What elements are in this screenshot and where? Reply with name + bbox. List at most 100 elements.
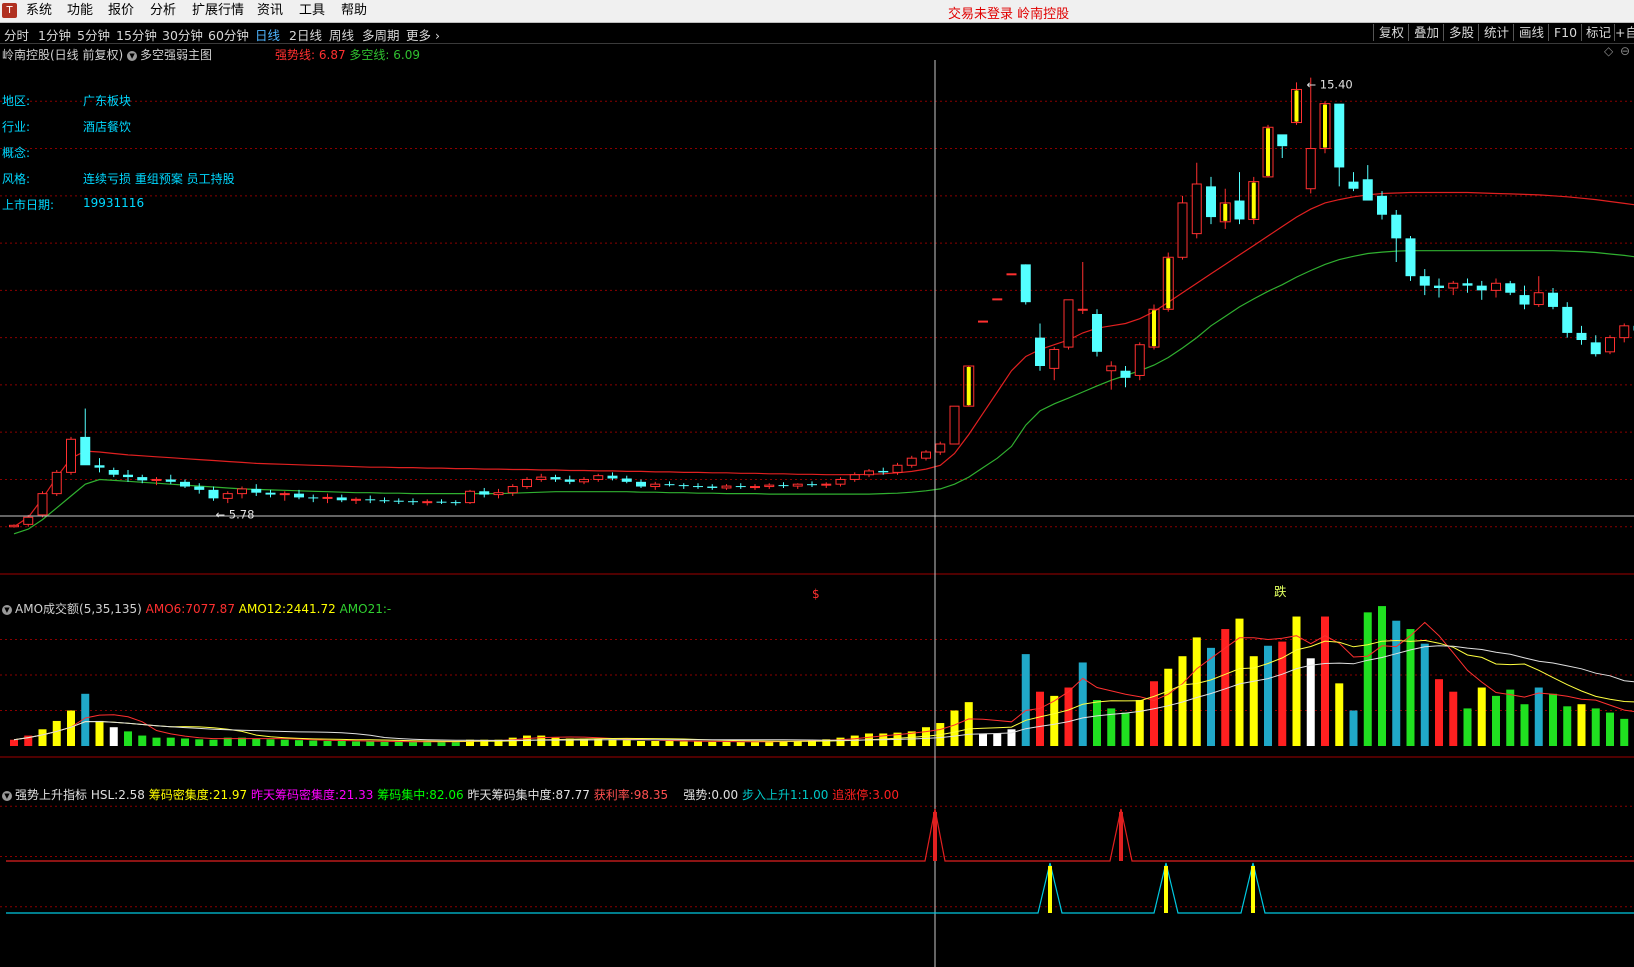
period-5min[interactable]: 5分钟: [77, 25, 110, 44]
candle-body: [992, 298, 1003, 301]
main-indicator-name[interactable]: 多空强弱主图: [140, 48, 212, 62]
f10-button[interactable]: F10: [1548, 24, 1582, 41]
scroll-up-icon[interactable]: ⊖: [1620, 44, 1630, 58]
info-style-value: 连续亏损 重组预案 员工持股: [83, 172, 235, 186]
volume-bar: [266, 739, 275, 746]
volume-bar: [195, 739, 204, 746]
volume-bar: [551, 737, 560, 746]
candle-body: [1519, 295, 1530, 305]
volume-indicator-name[interactable]: AMO成交额(5,35,135): [15, 602, 142, 616]
period-60min[interactable]: 60分钟: [208, 25, 249, 44]
custom-button[interactable]: +自: [1614, 24, 1634, 41]
menu-bar: T 系统 功能 报价 分析 扩展行情 资讯 工具 帮助 交易未登录 岭南控股: [0, 0, 1634, 23]
candle-body: [1548, 292, 1558, 307]
indicator-header: ▼ 强势上升指标 HSL:2.58 筹码密集度:21.97 昨天筹码密集度:21.…: [2, 786, 899, 803]
dropdown-icon[interactable]: ▼: [2, 604, 12, 615]
diamond-icon[interactable]: ◇: [1604, 44, 1613, 58]
candle-body: [422, 501, 433, 504]
overlay-button[interactable]: 叠加: [1408, 24, 1444, 41]
chase-limit-up-value: 3.00: [872, 788, 899, 802]
volume-bar: [1306, 658, 1315, 746]
period-daily[interactable]: 日线: [255, 25, 280, 44]
volume-bar: [665, 740, 674, 746]
volume-bar: [1492, 695, 1500, 746]
menu-analysis[interactable]: 分析: [150, 3, 176, 19]
volume-bar: [451, 741, 460, 746]
volume-bar: [608, 739, 617, 746]
chase-limit-up-line: [6, 808, 1634, 862]
chip-concentration-label: 筹码集中:: [377, 788, 430, 802]
trade-login-status[interactable]: 交易未登录: [948, 7, 1013, 22]
volume-bar: [1363, 612, 1372, 746]
candle-body: [821, 483, 832, 486]
multi-stock-button[interactable]: 多股: [1443, 24, 1479, 41]
app-logo-icon[interactable]: T: [2, 3, 17, 18]
volume-bar: [423, 741, 432, 746]
indicator-name[interactable]: 强势上升指标: [15, 788, 87, 802]
period-2day[interactable]: 2日线: [289, 25, 322, 44]
candle-body: [1277, 134, 1288, 147]
strong-label: 强势:: [683, 788, 712, 802]
candle-body: [1491, 282, 1501, 291]
volume-bar: [1520, 704, 1529, 746]
volume-bar: [1549, 693, 1557, 746]
adjust-button[interactable]: 复权: [1373, 24, 1409, 41]
chart-area[interactable]: ← 15.40 ← 5.78 $ 跌: [0, 44, 1634, 967]
volume-bar: [323, 740, 332, 746]
volume-bar: [109, 727, 118, 746]
volume-bar: [1620, 718, 1629, 746]
candle-body: [1348, 181, 1359, 189]
volume-bar: [1036, 691, 1044, 746]
candle-body: [1092, 314, 1102, 352]
candle-body: [621, 478, 632, 482]
volume-bar: [1093, 700, 1101, 746]
draw-button[interactable]: 画线: [1513, 24, 1549, 41]
candle-body: [80, 436, 91, 466]
candle-body: [1405, 238, 1416, 277]
menu-info[interactable]: 资讯: [257, 3, 283, 19]
prev-chip-density-value: 21.33: [339, 788, 374, 802]
rising-step-spike: [1251, 866, 1255, 913]
candle-body: [108, 470, 119, 475]
candle-body: [764, 484, 775, 488]
menu-tools[interactable]: 工具: [299, 3, 325, 19]
candle-body: [51, 471, 62, 495]
info-listing-date-value: 19931116: [83, 196, 145, 210]
period-15min[interactable]: 15分钟: [116, 25, 157, 44]
amo21-label: AMO21:: [339, 602, 387, 616]
main-chart-header: 岭南控股(日线 前复权) ▼ 多空强弱主图: [2, 46, 212, 63]
candle-body: [1605, 337, 1615, 353]
strong-marker: [1223, 203, 1228, 221]
volume-bar: [380, 741, 389, 746]
period-tick[interactable]: 分时: [4, 25, 29, 44]
candle-body: [1562, 306, 1573, 333]
dropdown-icon[interactable]: ▼: [127, 50, 138, 61]
candle-body: [1419, 276, 1430, 286]
volume-bar: [1606, 712, 1614, 746]
candle-body: [693, 486, 703, 488]
candle-body: [9, 524, 19, 528]
period-1min[interactable]: 1分钟: [38, 25, 71, 44]
volume-bar: [409, 741, 417, 746]
dropdown-icon[interactable]: ▼: [2, 790, 12, 801]
period-30min[interactable]: 30分钟: [162, 25, 203, 44]
mark-button[interactable]: 标记: [1581, 24, 1615, 41]
period-more[interactable]: 更多 ›: [406, 25, 440, 44]
candle-body: [322, 496, 333, 499]
stats-button[interactable]: 统计: [1478, 24, 1514, 41]
chase-limit-up-label: 追涨停:: [832, 788, 873, 802]
volume-bar: [181, 738, 189, 746]
menu-extended-market[interactable]: 扩展行情: [192, 3, 244, 19]
candle-body: [1063, 299, 1074, 348]
menu-help[interactable]: 帮助: [341, 3, 367, 19]
volume-bar: [1264, 645, 1272, 746]
candle-body: [1391, 214, 1402, 239]
candle-body: [180, 481, 190, 487]
menu-quote[interactable]: 报价: [108, 3, 134, 19]
menu-function[interactable]: 功能: [67, 3, 93, 19]
period-multi[interactable]: 多周期: [362, 25, 400, 44]
period-weekly[interactable]: 周线: [329, 25, 354, 44]
rising-step-label: 步入上升1:: [741, 788, 802, 802]
menu-system[interactable]: 系统: [26, 3, 52, 19]
volume-bar: [1477, 687, 1486, 746]
